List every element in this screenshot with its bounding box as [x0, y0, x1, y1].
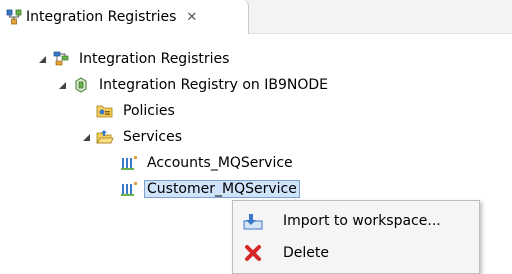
menu-item-delete[interactable]: Delete — [233, 237, 479, 269]
import-icon — [243, 211, 263, 231]
menu-item-label: Import to workspace... — [283, 213, 441, 229]
tree-node-services[interactable]: Services — [80, 126, 185, 148]
integration-registry-icon — [72, 76, 90, 94]
tree-node-label: Accounts_MQService — [147, 155, 293, 171]
services-folder-icon — [96, 128, 114, 146]
delete-icon — [243, 243, 263, 263]
tree-node-label: Integration Registries — [79, 51, 230, 67]
menu-item-label: Delete — [283, 245, 329, 261]
tree-node-service[interactable]: Accounts_MQService — [104, 152, 296, 174]
tree-node-policies[interactable]: Policies — [80, 100, 178, 122]
tree-node-registry[interactable]: Integration Registry on IB9NODE — [56, 74, 331, 96]
tab-integration-registries[interactable]: Integration Registries ✕ — [0, 0, 249, 34]
tree-node-label: Policies — [123, 103, 175, 119]
close-icon[interactable]: ✕ — [186, 10, 197, 25]
context-menu: Import to workspace... Delete — [232, 200, 480, 274]
integration-registries-icon — [52, 50, 70, 68]
expand-toggle-icon[interactable] — [36, 53, 48, 65]
menu-item-import-to-workspace[interactable]: Import to workspace... — [233, 205, 479, 237]
editor-tab-bar: Integration Registries ✕ — [0, 0, 512, 34]
tree-node-service-selected[interactable]: Customer_MQService — [104, 178, 300, 200]
expand-toggle-icon[interactable] — [56, 79, 68, 91]
tab-title: Integration Registries — [26, 9, 177, 25]
mq-service-icon — [120, 154, 138, 172]
policies-folder-icon — [96, 102, 114, 120]
tree-node-label: Integration Registry on IB9NODE — [99, 77, 329, 93]
tree-node-label: Customer_MQService — [144, 180, 300, 198]
tree-node-label: Services — [123, 129, 183, 145]
mq-service-icon — [120, 180, 138, 198]
integration-registries-icon — [6, 9, 22, 25]
tree-node-integration-registries[interactable]: Integration Registries — [36, 48, 232, 70]
expand-toggle-icon[interactable] — [80, 131, 92, 143]
